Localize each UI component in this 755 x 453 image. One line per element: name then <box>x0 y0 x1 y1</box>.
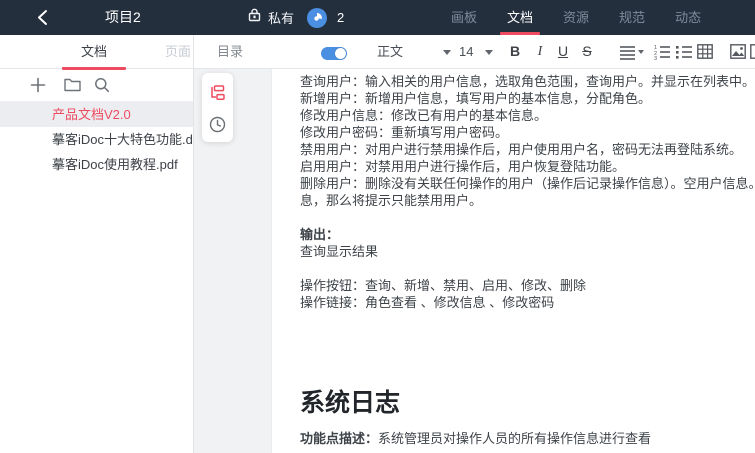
privacy-badge[interactable]: 私有 <box>248 0 294 35</box>
toolbar: 文档 页面 目录 正文 14 B I U S 123 <box>0 35 755 69</box>
doc-line: 修改用户密码：重新填写用户密码。 <box>300 124 755 141</box>
output-result: 查询显示结果 <box>300 243 755 260</box>
bold-button[interactable]: B <box>506 35 524 69</box>
tab-document[interactable]: 文档 <box>505 0 535 35</box>
doc-list-item[interactable]: 摹客iDoc使用教程.pdf <box>0 152 193 177</box>
svg-text:3: 3 <box>654 56 657 60</box>
project-title: 项目2 <box>105 0 141 35</box>
doc-line: 新增用户：新增用户信息，填写用户的基本信息，分配角色。 <box>300 90 755 107</box>
doc-line: 删除用户：删除没有关联任何操作的用户（操作后记录操作信息）。空用户信息。如果有要… <box>300 175 755 192</box>
tab-spec[interactable]: 规范 <box>617 0 647 35</box>
tab-resource[interactable]: 资源 <box>561 0 591 35</box>
paragraph-style-select[interactable]: 正文 <box>377 35 451 69</box>
avatar[interactable] <box>307 8 327 28</box>
output-label: 输出： <box>300 226 755 243</box>
italic-button[interactable]: I <box>531 35 549 69</box>
doc-line: 查询用户：输入相关的用户信息，选取角色范围，查询用户。并显示在列表中。 <box>300 73 755 90</box>
document-editor[interactable]: 查询用户：输入相关的用户信息，选取角色范围，查询用户。并显示在列表中。 新增用户… <box>271 69 755 453</box>
search-icon[interactable] <box>94 77 110 98</box>
member-count: 2 <box>337 0 344 35</box>
doc-list-item[interactable]: 摹客iDoc十大特色功能.docx <box>0 127 193 152</box>
caret-down-icon <box>485 50 493 55</box>
feature-description-text: 系统管理员对操作人员的所有操作信息进行查看 <box>378 431 651 446</box>
more-tools-icon[interactable] <box>750 44 755 64</box>
back-icon[interactable] <box>36 9 50 26</box>
align-button[interactable] <box>620 44 644 65</box>
feature-description: 功能点描述：系统管理员对操作人员的所有操作信息进行查看 <box>300 430 755 447</box>
toggle-knob <box>335 48 346 59</box>
document-sidebar: 产品文档V2.0 摹客iDoc十大特色功能.docx 摹客iDoc使用教程.pd… <box>0 69 193 453</box>
action-buttons-line: 操作按钮：查询、新增、禁用、启用、修改、删除 <box>300 277 755 294</box>
paragraph-style-value: 正文 <box>377 44 403 59</box>
floating-tool-card <box>202 73 233 142</box>
doc-line: 启用用户：对禁用用户进行操作后，用户恢复登陆功能。 <box>300 158 755 175</box>
subtab-document[interactable]: 文档 <box>72 35 116 69</box>
image-icon[interactable] <box>730 44 746 64</box>
blank-line <box>300 260 755 277</box>
doc-line: 禁用用户：对用户进行禁用操作后，用户使用用户名，密码无法再登陆系统。 <box>300 141 755 158</box>
doc-line: 修改用户信息：修改已有用户的基本信息。 <box>300 107 755 124</box>
underline-button[interactable]: U <box>554 35 572 69</box>
privacy-label: 私有 <box>268 8 294 27</box>
unordered-list-icon[interactable] <box>676 44 692 65</box>
gutter-panel <box>194 69 271 453</box>
lock-icon <box>248 8 261 27</box>
top-nav: 画板 文档 资源 规范 动态 <box>449 0 703 35</box>
section-heading: 系统日志 <box>300 388 755 418</box>
feature-description-label: 功能点描述： <box>300 431 378 446</box>
tab-activity[interactable]: 动态 <box>673 0 703 35</box>
add-document-icon[interactable] <box>30 77 46 98</box>
subtab-toc[interactable]: 目录 <box>208 35 252 69</box>
edit-mode-toggle[interactable] <box>321 47 347 60</box>
doc-line: 息，那么将提示只能禁用用户。 <box>300 192 755 209</box>
font-size-value: 14 <box>459 44 473 59</box>
blank-line <box>300 209 755 226</box>
history-clock-icon[interactable] <box>209 116 226 133</box>
top-bar: 项目2 私有 2 画板 文档 资源 规范 动态 <box>0 0 755 35</box>
doc-list-item[interactable]: 产品文档V2.0 <box>0 102 193 127</box>
folder-icon[interactable] <box>64 77 81 97</box>
sidebar-divider <box>193 35 194 453</box>
font-size-select[interactable]: 14 <box>459 35 493 69</box>
table-icon[interactable] <box>697 44 713 64</box>
strikethrough-button[interactable]: S <box>578 35 596 69</box>
outline-tree-icon[interactable] <box>209 84 226 101</box>
sidebar-header <box>0 69 193 102</box>
ordered-list-icon[interactable]: 123 <box>654 44 670 65</box>
tab-board[interactable]: 画板 <box>449 0 479 35</box>
action-links-line: 操作链接：角色查看 、修改信息 、修改密码 <box>300 294 755 311</box>
caret-down-icon <box>443 50 451 55</box>
